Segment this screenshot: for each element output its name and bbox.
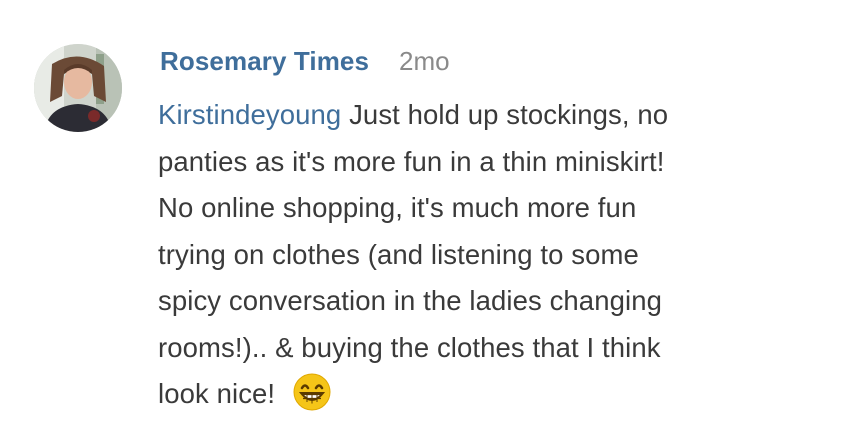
mention-link[interactable]: Kirstindeyoung [158, 99, 341, 130]
timestamp: 2mo [399, 46, 450, 76]
comment-line: trying on clothes (and listening to some [158, 238, 639, 270]
comment-line: spicy conversation in the ladies changin… [158, 285, 662, 316]
comment-body: Kirstindeyoung Just hold up stockings, n… [158, 92, 818, 418]
comment-line: look nice! [158, 378, 283, 409]
comment-line: Just hold up stockings, no [341, 99, 669, 130]
comment-header: Rosemary Times 2mo [160, 46, 450, 77]
avatar-photo [34, 44, 122, 132]
grinning-face-icon [293, 373, 331, 411]
avatar[interactable] [34, 44, 122, 132]
comment-line: rooms!).. & buying the clothes that I th… [158, 331, 661, 363]
comment: Rosemary Times 2mo Kirstindeyoung Just ho… [0, 0, 856, 438]
author-name[interactable]: Rosemary Times [160, 46, 369, 76]
comment-line: No online shopping, it's much more fun [158, 192, 637, 223]
comment-line: panties as it's more fun in a thin minis… [158, 145, 665, 177]
